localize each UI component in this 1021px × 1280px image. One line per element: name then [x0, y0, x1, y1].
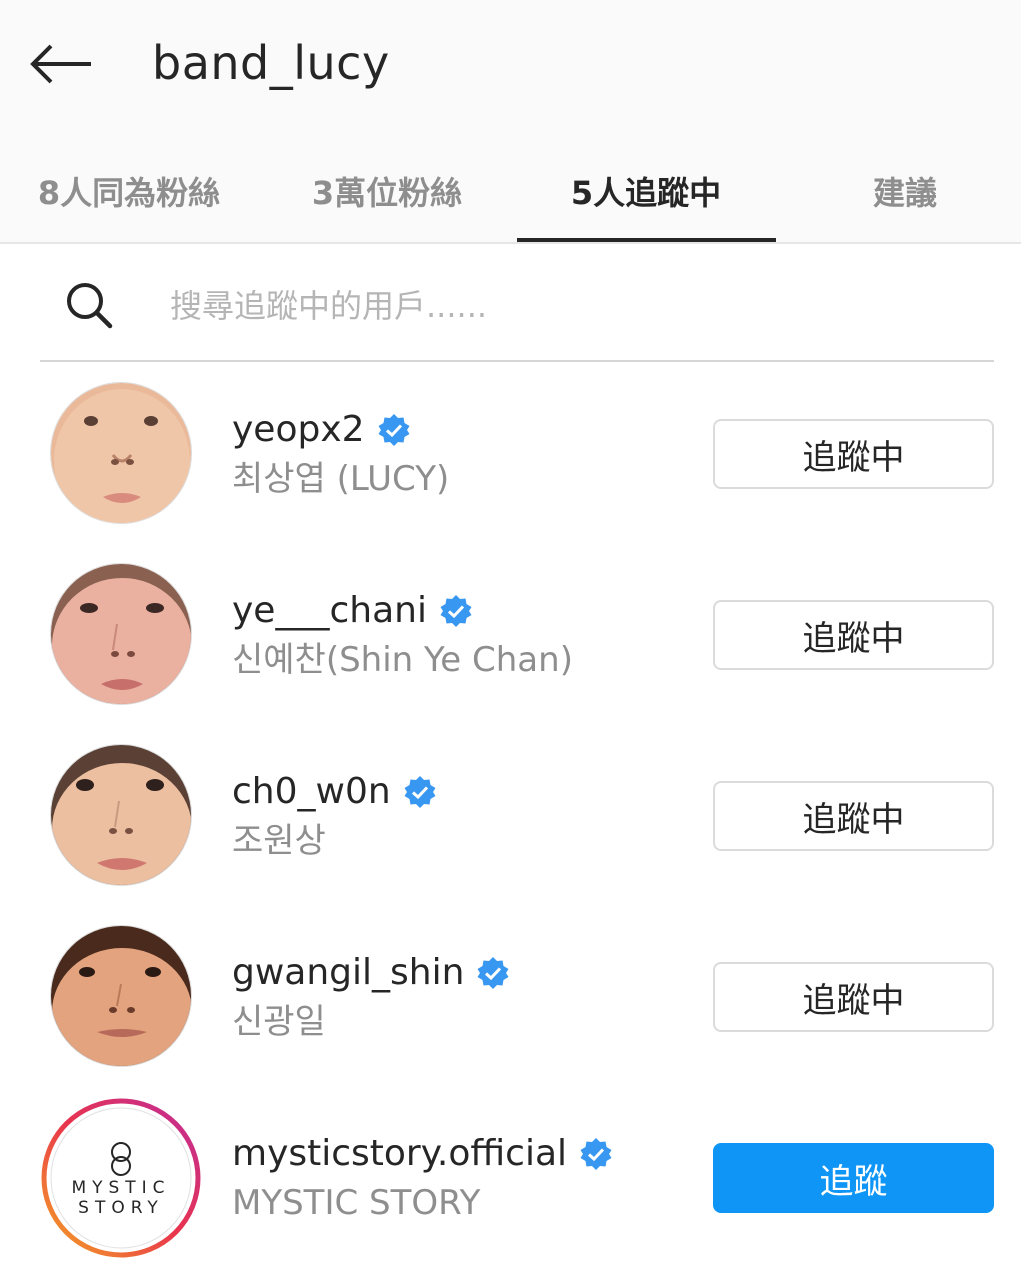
username[interactable]: ch0_w0n — [232, 768, 391, 816]
tab-followers[interactable]: 3萬位粉絲 — [258, 140, 516, 242]
username[interactable]: mysticstory.official — [232, 1130, 567, 1178]
full-name: 신예찬(Shin Ye Chan) — [232, 640, 573, 680]
back-button[interactable] — [26, 32, 96, 96]
username[interactable]: yeopx2 — [232, 406, 365, 454]
search-input[interactable] — [170, 278, 950, 334]
list-item[interactable]: ye___chani 신예찬(Shin Ye Chan) 追蹤中 — [0, 545, 1021, 726]
tab-bar: 8人同為粉絲 3萬位粉絲 5人追蹤中 建議 — [0, 140, 1021, 244]
svg-text:STORY: STORY — [78, 1198, 164, 1218]
search-icon — [67, 283, 113, 329]
svg-text:MYSTIC: MYSTIC — [71, 1178, 170, 1198]
list-item[interactable]: yeopx2 최상엽 (LUCY) 追蹤中 — [0, 364, 1021, 545]
following-button[interactable]: 追蹤中 — [713, 962, 994, 1032]
page-title: band_lucy — [152, 36, 390, 90]
verified-badge-icon — [440, 595, 472, 627]
full-name: 신광일 — [232, 1002, 326, 1042]
username[interactable]: ye___chani — [232, 587, 427, 635]
avatar[interactable]: MYSTIC STORY — [40, 1097, 202, 1259]
avatar[interactable] — [50, 563, 192, 705]
verified-badge-icon — [404, 776, 436, 808]
list-item[interactable]: ch0_w0n 조원상 追蹤中 — [0, 726, 1021, 907]
search-bar — [40, 250, 994, 362]
following-button[interactable]: 追蹤中 — [713, 781, 994, 851]
top-bar: band_lucy 8人同為粉絲 3萬位粉絲 5人追蹤中 建議 — [0, 0, 1021, 244]
tab-following[interactable]: 5人追蹤中 — [517, 140, 775, 242]
following-button[interactable]: 追蹤中 — [713, 600, 994, 670]
arrow-left-icon — [30, 44, 91, 84]
verified-badge-icon — [580, 1138, 612, 1170]
verified-badge-icon — [378, 414, 410, 446]
following-button[interactable]: 追蹤中 — [713, 419, 994, 489]
avatar[interactable] — [50, 382, 192, 524]
list-item[interactable]: gwangil_shin 신광일 追蹤中 — [0, 907, 1021, 1088]
tab-suggestions[interactable]: 建議 — [776, 140, 1021, 242]
follow-button[interactable]: 追蹤 — [713, 1143, 994, 1213]
avatar[interactable] — [50, 744, 192, 886]
tab-mutual-followers[interactable]: 8人同為粉絲 — [0, 140, 258, 242]
full-name: MYSTIC STORY — [232, 1183, 481, 1223]
avatar[interactable] — [50, 925, 192, 1067]
full-name: 최상엽 (LUCY) — [232, 459, 450, 499]
active-tab-indicator — [517, 238, 776, 242]
full-name: 조원상 — [232, 821, 326, 861]
verified-badge-icon — [477, 957, 509, 989]
username[interactable]: gwangil_shin — [232, 949, 464, 997]
